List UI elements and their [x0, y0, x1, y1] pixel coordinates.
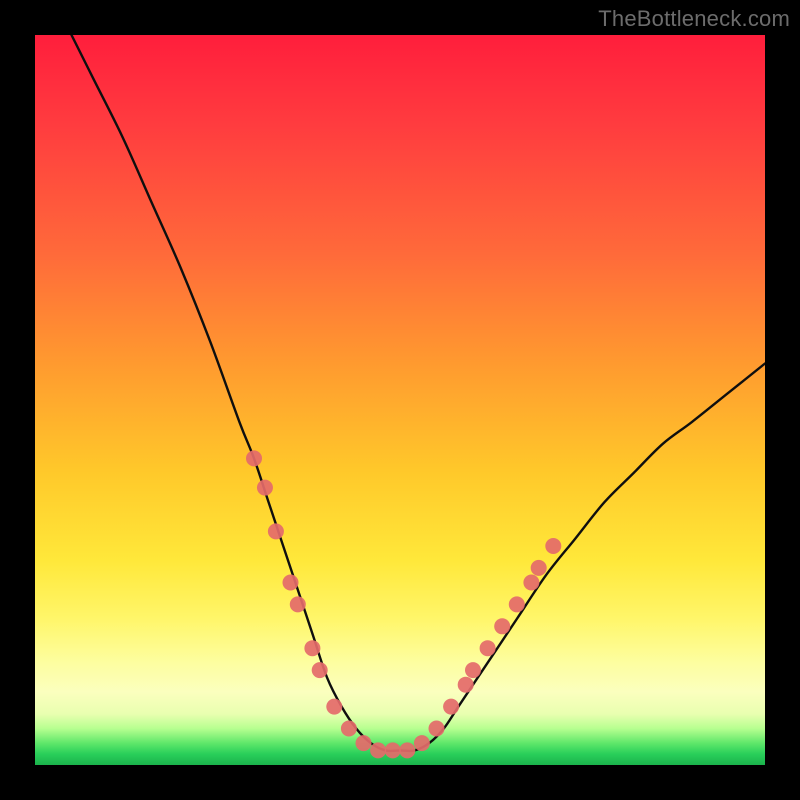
curve-marker	[429, 721, 445, 737]
curve-marker	[494, 618, 510, 634]
curve-marker	[370, 742, 386, 758]
curve-marker	[531, 560, 547, 576]
curve-marker	[312, 662, 328, 678]
curve-marker	[443, 699, 459, 715]
curve-marker	[341, 721, 357, 737]
curve-marker	[399, 742, 415, 758]
curve-marker	[356, 735, 372, 751]
chart-frame: TheBottleneck.com	[0, 0, 800, 800]
curve-marker	[290, 596, 306, 612]
curve-marker	[509, 596, 525, 612]
curve-marker	[326, 699, 342, 715]
curve-marker	[465, 662, 481, 678]
curve-marker	[283, 575, 299, 591]
bottleneck-curve	[72, 35, 766, 751]
curve-svg	[35, 35, 765, 765]
curve-marker	[268, 523, 284, 539]
watermark-text: TheBottleneck.com	[598, 6, 790, 32]
curve-marker	[304, 640, 320, 656]
curve-marker	[257, 480, 273, 496]
curve-marker	[523, 575, 539, 591]
curve-marker	[480, 640, 496, 656]
curve-markers	[246, 450, 561, 758]
curve-marker	[458, 677, 474, 693]
curve-marker	[246, 450, 262, 466]
plot-area	[35, 35, 765, 765]
curve-marker	[385, 742, 401, 758]
curve-marker	[545, 538, 561, 554]
curve-marker	[414, 735, 430, 751]
